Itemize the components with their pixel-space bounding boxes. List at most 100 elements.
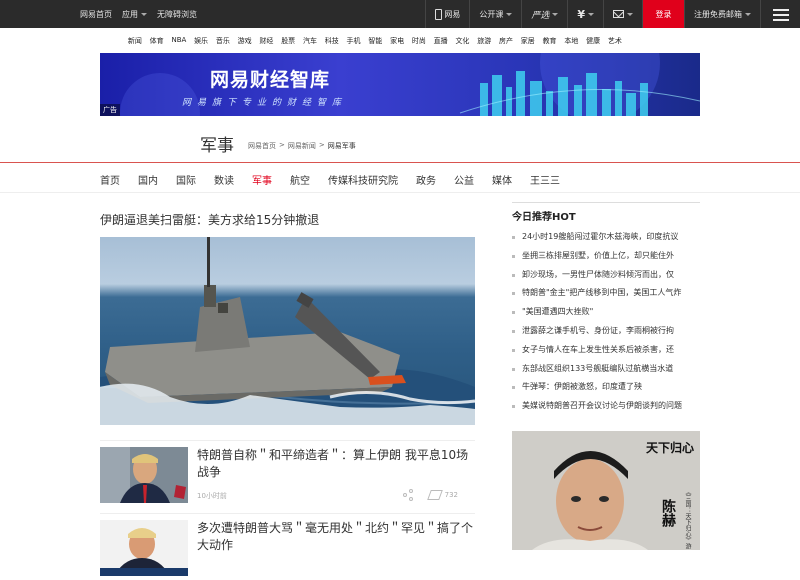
breadcrumb-home[interactable]: 网易首页 bbox=[248, 141, 276, 151]
hot-list-item[interactable]: 卸沙现场，一男性尸体随沙料倾泻而出，仅 bbox=[512, 270, 700, 289]
channel-link[interactable]: 股票 bbox=[277, 36, 299, 46]
sub-nav: 首页 国内 国际 数读 军事 航空 传媒科技研究院 政务 公益 媒体 王三三 bbox=[100, 172, 578, 187]
chevron-down-icon bbox=[141, 12, 147, 16]
breadcrumb-separator: > bbox=[279, 141, 285, 149]
channel-link[interactable]: 财经 bbox=[256, 36, 278, 46]
open-class-menu[interactable]: 公开课 bbox=[469, 0, 521, 28]
ad-tag: 广告 bbox=[100, 104, 120, 116]
hot-list-item[interactable]: 坐拥三栋排屋别墅，价值上亿，却只能住外 bbox=[512, 251, 700, 270]
hot-list-item[interactable]: "美国遭遇四大挫败" bbox=[512, 307, 700, 326]
hot-item-title: 牛弹琴：伊朗被激怒，印度遭了殃 bbox=[522, 382, 642, 392]
chevron-down-icon bbox=[588, 12, 594, 16]
hot-item-title: 24小时19艘船闯过霍尔木兹海峡，印度抗议 bbox=[522, 232, 679, 241]
breadcrumb: 网易首页 > 网易新闻 > 网易军事 bbox=[248, 141, 356, 151]
news-time: 10小时前 bbox=[197, 492, 227, 500]
channel-link[interactable]: 游戏 bbox=[234, 36, 256, 46]
home-link[interactable]: 网易首页 bbox=[80, 9, 112, 20]
trump-photo bbox=[100, 520, 188, 576]
feed-divider bbox=[100, 440, 475, 441]
breadcrumb-separator: > bbox=[318, 141, 325, 149]
channel-link[interactable]: 娱乐 bbox=[190, 36, 212, 46]
yanxuan-menu[interactable]: 严选 bbox=[521, 0, 567, 28]
news-actions: 732 bbox=[402, 489, 458, 501]
channel-link[interactable]: 教育 bbox=[539, 36, 561, 46]
subnav-item[interactable]: 国际 bbox=[176, 172, 196, 187]
subnav-item[interactable]: 航空 bbox=[290, 172, 310, 187]
hot-list: 24小时19艘船闯过霍尔木兹海峡，印度抗议坐拥三栋排屋别墅，价值上亿，却只能住外… bbox=[512, 232, 700, 420]
hot-item-title: "美国遭遇四大挫败" bbox=[522, 307, 594, 317]
hot-item-title: 东部战区组织133号舰艇编队过航横当水道 bbox=[522, 363, 674, 373]
channel-link[interactable]: 直播 bbox=[430, 36, 452, 46]
hot-item-title: 卸沙现场，一男性尸体随沙料倾泻而出，仅 bbox=[522, 269, 674, 279]
channel-link[interactable]: 时尚 bbox=[408, 36, 430, 46]
channel-link[interactable]: 本地 bbox=[560, 36, 582, 46]
open-class-label: 公开课 bbox=[479, 9, 504, 19]
login-button[interactable]: 登录 bbox=[642, 0, 684, 28]
channel-link[interactable]: 新闻 bbox=[124, 36, 146, 46]
yanxuan-label: 严选 bbox=[531, 10, 550, 21]
accessible-link[interactable]: 无障碍浏览 bbox=[157, 9, 197, 20]
menu-button[interactable] bbox=[760, 0, 800, 28]
hot-list-item[interactable]: 特朗普"金主"把产线移到中国，美国工人气炸 bbox=[512, 288, 700, 307]
headline-link[interactable]: 伊朗逼退美扫雷艇：美方求给15分钟撤退 bbox=[100, 211, 319, 228]
channel-link[interactable]: 家电 bbox=[386, 36, 408, 46]
news-item[interactable]: 特朗普自称＂和平缔造者＂：算上伊朗 我平息10场战争 10小时前 732 bbox=[100, 447, 476, 507]
breadcrumb-news[interactable]: 网易新闻 bbox=[288, 141, 316, 151]
subnav-item[interactable]: 首页 bbox=[100, 172, 120, 187]
yen-icon: ¥ bbox=[577, 7, 585, 21]
subnav-item[interactable]: 媒体 bbox=[492, 172, 512, 187]
channel-link[interactable]: 智能 bbox=[364, 36, 386, 46]
channel-link[interactable]: 家居 bbox=[517, 36, 539, 46]
game-ad-poster[interactable]: 天下归心 陈赫 《三国：天下归心》游戏代言人 bbox=[512, 431, 700, 550]
hot-list-item[interactable]: 牛弹琴：伊朗被激怒，印度遭了殃 bbox=[512, 382, 700, 401]
poster-name: 陈赫 bbox=[660, 499, 676, 527]
subnav-item[interactable]: 军事 bbox=[252, 172, 272, 187]
subnav-item[interactable]: 王三三 bbox=[530, 172, 560, 187]
hot-list-item[interactable]: 24小时19艘船闯过霍尔木兹海峡，印度抗议 bbox=[512, 232, 700, 251]
channel-link[interactable]: 文化 bbox=[452, 36, 474, 46]
section-title: 军事 bbox=[200, 136, 234, 156]
hero-image[interactable] bbox=[100, 237, 475, 425]
chevron-down-icon bbox=[506, 12, 513, 16]
subnav-item[interactable]: 政务 bbox=[416, 172, 436, 187]
hot-list-item[interactable]: 泄露薛之谦手机号、身份证，李雨桐被行拘 bbox=[512, 326, 700, 345]
share-icon[interactable] bbox=[402, 489, 415, 501]
subnav-item[interactable]: 国内 bbox=[138, 172, 158, 187]
mail-menu[interactable] bbox=[603, 0, 642, 28]
channel-link[interactable]: 体育 bbox=[146, 36, 168, 46]
channel-link[interactable]: 旅游 bbox=[473, 36, 495, 46]
news-thumbnail[interactable] bbox=[100, 447, 188, 503]
hot-list-item[interactable]: 东部战区组织133号舰艇编队过航横当水道 bbox=[512, 364, 700, 383]
hot-section-title: 今日推荐HOT bbox=[512, 202, 700, 223]
subnav-item[interactable]: 数读 bbox=[214, 172, 234, 187]
banner-subtitle: 网易旗下专业的财经智库 bbox=[182, 98, 348, 108]
news-item[interactable]: 多次遭特朗普大骂＂毫无用处＂北约＂罕见＂搞了个大动作 bbox=[100, 520, 476, 580]
subnav-item[interactable]: 传媒科技研究院 bbox=[328, 172, 398, 187]
chevron-down-icon bbox=[627, 12, 633, 16]
section-divider bbox=[0, 162, 800, 163]
warship-photo bbox=[100, 237, 475, 425]
finance-menu[interactable]: ¥ bbox=[567, 0, 603, 28]
channel-link[interactable]: 音乐 bbox=[212, 36, 234, 46]
channel-link[interactable]: NBA bbox=[168, 36, 191, 46]
hot-list-item[interactable]: 美媒说特朗普召开会议讨论与伊朗谈判的问题 bbox=[512, 401, 700, 420]
top-bar: 网易首页 应用 无障碍浏览 网易 公开课 严选 ¥ 登录 注册免费邮箱 bbox=[0, 0, 800, 28]
channel-link[interactable]: 房产 bbox=[495, 36, 517, 46]
channel-link[interactable]: 手机 bbox=[343, 36, 365, 46]
channel-link[interactable]: 汽车 bbox=[299, 36, 321, 46]
comment-icon bbox=[426, 490, 443, 500]
mobile-app-link[interactable]: 网易 bbox=[425, 0, 469, 28]
news-title[interactable]: 特朗普自称＂和平缔造者＂：算上伊朗 我平息10场战争 bbox=[197, 447, 477, 481]
register-mail-menu[interactable]: 注册免费邮箱 bbox=[684, 0, 760, 28]
banner-ad[interactable]: 网易财经智库 网易旗下专业的财经智库 广告 bbox=[100, 53, 700, 116]
views-count: 732 bbox=[444, 491, 458, 499]
breadcrumb-current[interactable]: 网易军事 bbox=[328, 141, 356, 151]
channel-link[interactable]: 科技 bbox=[321, 36, 343, 46]
news-title[interactable]: 多次遭特朗普大骂＂毫无用处＂北约＂罕见＂搞了个大动作 bbox=[197, 520, 477, 554]
apps-menu[interactable]: 应用 bbox=[122, 9, 147, 20]
news-thumbnail[interactable] bbox=[100, 520, 188, 576]
subnav-item[interactable]: 公益 bbox=[454, 172, 474, 187]
channel-link[interactable]: 健康 bbox=[582, 36, 604, 46]
hot-list-item[interactable]: 女子与情人在车上发生性关系后被杀害，还 bbox=[512, 345, 700, 364]
channel-link[interactable]: 艺术 bbox=[604, 36, 626, 46]
